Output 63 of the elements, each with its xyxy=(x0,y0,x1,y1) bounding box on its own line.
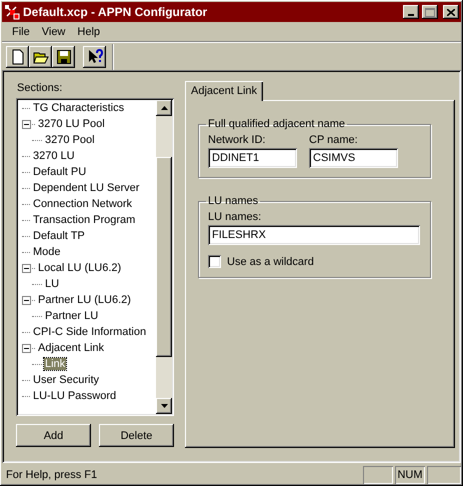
tree-item[interactable]: Default PU xyxy=(32,166,88,178)
sections-label: Sections: xyxy=(17,82,64,94)
vertical-scrollbar[interactable] xyxy=(156,100,172,414)
tree-item[interactable]: Adjacent Link xyxy=(37,342,106,354)
minimize-button[interactable] xyxy=(403,5,419,19)
collapse-toggle[interactable] xyxy=(22,344,31,352)
open-button[interactable] xyxy=(29,46,52,68)
tree-item[interactable]: LU xyxy=(44,278,60,290)
network-nodes-icon xyxy=(4,4,20,20)
delete-button[interactable]: Delete xyxy=(99,424,174,447)
tree-item[interactable]: Connection Network xyxy=(32,198,134,210)
tree-item[interactable]: Dependent LU Server xyxy=(32,182,140,194)
tree-item[interactable]: Default TP xyxy=(32,230,86,242)
collapse-toggle[interactable] xyxy=(22,296,31,304)
tree-item[interactable]: 3270 LU xyxy=(32,150,76,162)
tree-item[interactable]: Transaction Program xyxy=(32,214,136,226)
close-icon xyxy=(447,8,455,16)
status-pane: NUM xyxy=(395,466,425,484)
cp-name-field[interactable]: CSIMVS xyxy=(309,148,398,168)
field-label: CP name: xyxy=(309,134,359,146)
scroll-down-button[interactable] xyxy=(156,398,172,414)
status-text: For Help, press F1 xyxy=(5,468,98,480)
add-button[interactable]: Add xyxy=(16,424,91,447)
checkbox-label: Use as a wildcard xyxy=(227,256,314,268)
maximize-button[interactable] xyxy=(422,5,438,19)
field-label: LU names: xyxy=(208,211,262,223)
maximize-icon xyxy=(425,8,435,16)
tree-item[interactable]: Partner LU (LU6.2) xyxy=(37,294,132,306)
wildcard-checkbox[interactable] xyxy=(208,255,221,268)
scroll-thumb[interactable] xyxy=(156,157,172,357)
collapse-toggle[interactable] xyxy=(22,120,31,128)
tree-item[interactable]: 3270 Pool xyxy=(44,134,96,146)
new-button[interactable] xyxy=(6,46,29,68)
lu-names-field[interactable]: FILESHRX xyxy=(208,225,420,245)
status-pane xyxy=(427,466,461,484)
down-arrow-icon xyxy=(160,404,168,408)
tree-item[interactable]: LU-LU Password xyxy=(32,390,118,402)
pointer-question-icon xyxy=(86,48,102,64)
tree-item[interactable]: Partner LU xyxy=(44,310,100,322)
tree-item[interactable]: Local LU (LU6.2) xyxy=(37,262,122,274)
save-button[interactable] xyxy=(52,46,75,68)
status-pane xyxy=(363,466,393,484)
tree-item[interactable]: Link xyxy=(44,358,66,370)
close-button[interactable] xyxy=(443,5,459,19)
blank-page-icon xyxy=(10,48,26,64)
tree-item[interactable]: CPI-C Side Information xyxy=(32,326,148,338)
tree-item[interactable]: TG Characteristics xyxy=(32,102,126,114)
tree-item[interactable]: Mode xyxy=(32,246,62,258)
field-label: Network ID: xyxy=(208,134,266,146)
tab[interactable]: Adjacent Link xyxy=(185,81,264,101)
window-title: Default.xcp - APPN Configurator xyxy=(23,5,208,19)
group-title: Full qualified adjacent name xyxy=(207,118,346,130)
menu-item[interactable]: Help xyxy=(71,26,106,38)
up-arrow-icon xyxy=(160,106,168,110)
scroll-up-button[interactable] xyxy=(156,100,172,116)
network-id-field[interactable]: DDINET1 xyxy=(208,148,297,168)
menu-item[interactable]: View xyxy=(36,26,72,38)
context-help-button[interactable] xyxy=(83,46,106,68)
tree-item[interactable]: 3270 LU Pool xyxy=(37,118,106,130)
tree-item[interactable]: User Security xyxy=(32,374,100,386)
collapse-toggle[interactable] xyxy=(22,264,31,272)
group-title: LU names xyxy=(207,195,260,207)
menu-item[interactable]: File xyxy=(6,26,36,38)
